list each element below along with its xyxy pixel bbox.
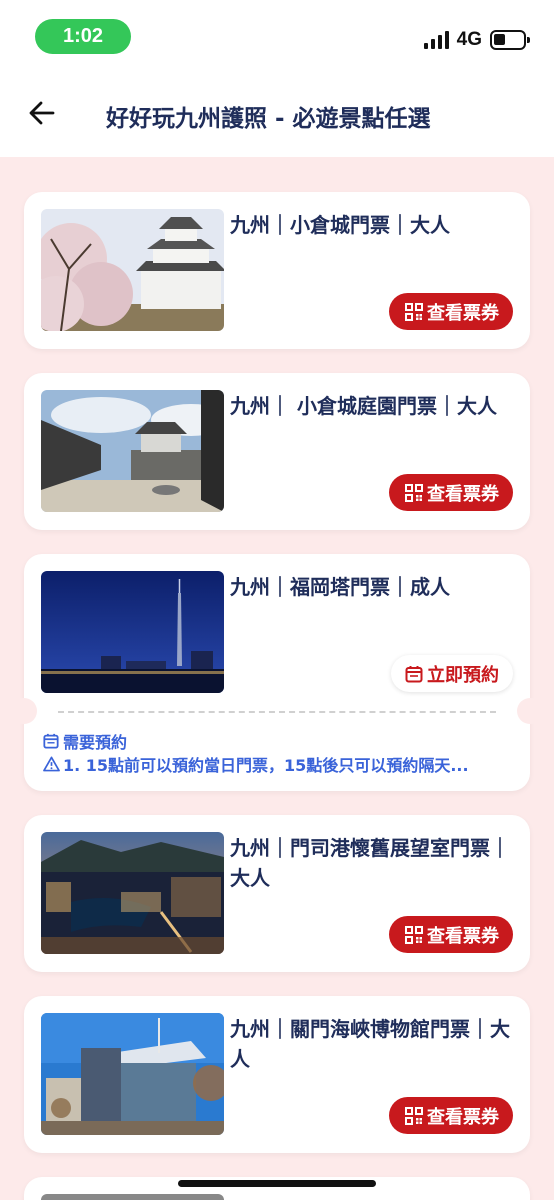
reserve-now-label: 立即預約: [427, 664, 499, 686]
status-time: 1:02: [35, 19, 131, 54]
attraction-image: [41, 571, 224, 693]
qr-code-icon: [405, 925, 423, 944]
ticket-notch: [11, 698, 37, 724]
dashed-divider: [58, 711, 496, 713]
reservation-note-text: 1. 15點前可以預約當日門票，15點後只可以預約隔天...: [63, 756, 469, 775]
reservation-note[interactable]: 1. 15點前可以預約當日門票，15點後只可以預約隔天...: [43, 752, 513, 776]
attraction-title: 九州｜ 小倉城庭園門票｜大人: [230, 394, 497, 418]
attraction-title: 九州｜關門海峽博物館門票｜大人: [230, 1017, 510, 1071]
attraction-image: [41, 209, 224, 331]
page-title: 好好玩九州護照 - 必遊景點任選: [106, 106, 431, 132]
home-indicator[interactable]: [178, 1180, 376, 1187]
nav-header: 好好玩九州護照 - 必遊景點任選: [0, 75, 554, 157]
attraction-title: 九州｜福岡塔門票｜成人: [230, 575, 450, 599]
attraction-list: 九州｜小倉城門票｜大人 查看票券 九州｜ 小倉城庭園門票｜大人 查看票券 九州｜…: [11, 192, 543, 1200]
signal-icon: [423, 31, 449, 49]
attraction-image: [41, 1013, 224, 1135]
ticket-notch: [517, 698, 543, 724]
reservation-required: 需要預約: [43, 729, 127, 753]
view-ticket-button[interactable]: 查看票券: [389, 1097, 513, 1134]
calendar-icon: [43, 733, 59, 749]
attraction-title: 九州｜門司港懷舊展望室門票｜大人: [230, 836, 510, 890]
back-arrow-icon: [29, 101, 55, 125]
attraction-card[interactable]: 九州｜ 小倉城庭園門票｜大人 查看票券: [24, 373, 530, 530]
attraction-card[interactable]: 九州｜福岡塔門票｜成人 立即預約 需要預約 1. 15點前可以預約當日門票，15…: [11, 554, 543, 791]
network-type: 4G: [456, 29, 482, 50]
attraction-image: [41, 390, 224, 512]
reservation-required-label: 需要預約: [63, 733, 128, 752]
attraction-card[interactable]: 九州｜小倉城門票｜大人 查看票券: [24, 192, 530, 349]
status-bar: 1:02 4G: [0, 0, 554, 75]
attraction-card[interactable]: 九州｜門司港懷舊展望室門票｜大人 查看票券: [24, 815, 530, 972]
view-ticket-button[interactable]: 查看票券: [389, 474, 513, 511]
view-ticket-button[interactable]: 查看票券: [389, 293, 513, 330]
qr-code-icon: [405, 483, 423, 502]
qr-code-icon: [405, 302, 423, 321]
status-indicators: 4G: [423, 28, 530, 52]
view-ticket-label: 查看票券: [427, 1106, 499, 1128]
view-ticket-label: 查看票券: [427, 302, 499, 324]
battery-icon: [490, 30, 530, 50]
reserve-now-button[interactable]: 立即預約: [391, 655, 513, 692]
calendar-icon: [405, 665, 423, 682]
attraction-title: 九州｜小倉城門票｜大人: [230, 213, 450, 237]
attraction-card[interactable]: 九州｜關門海峽博物館門票｜大人 查看票券: [24, 996, 530, 1153]
back-button[interactable]: [24, 95, 60, 131]
attraction-image: [41, 832, 224, 954]
view-ticket-label: 查看票券: [427, 925, 499, 947]
view-ticket-button[interactable]: 查看票券: [389, 916, 513, 953]
warning-icon: [43, 756, 60, 772]
attraction-image: [41, 1194, 224, 1200]
qr-code-icon: [405, 1106, 423, 1125]
view-ticket-label: 查看票券: [427, 483, 499, 505]
